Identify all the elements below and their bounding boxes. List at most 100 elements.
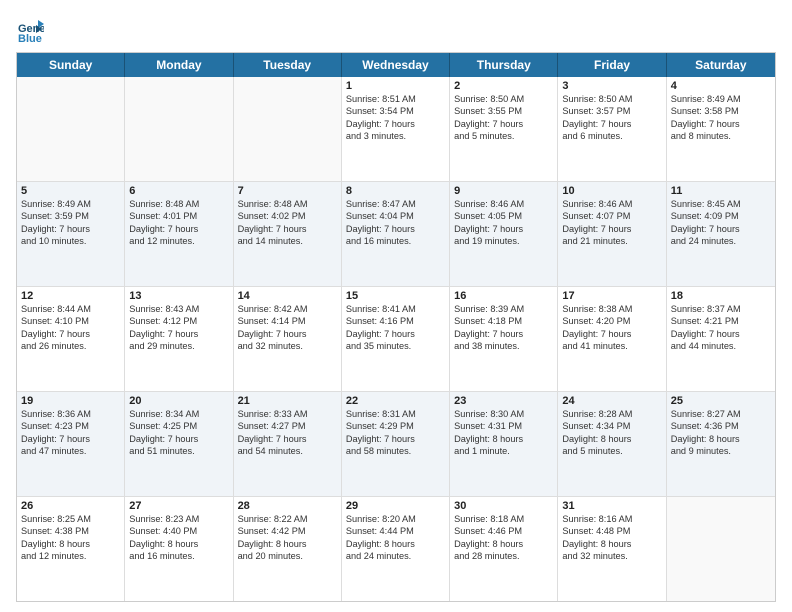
day-cell-4: 4Sunrise: 8:49 AM Sunset: 3:58 PM Daylig… bbox=[667, 77, 775, 181]
day-cell-3: 3Sunrise: 8:50 AM Sunset: 3:57 PM Daylig… bbox=[558, 77, 666, 181]
day-cell-25: 25Sunrise: 8:27 AM Sunset: 4:36 PM Dayli… bbox=[667, 392, 775, 496]
day-cell-2: 2Sunrise: 8:50 AM Sunset: 3:55 PM Daylig… bbox=[450, 77, 558, 181]
day-info: Sunrise: 8:37 AM Sunset: 4:21 PM Dayligh… bbox=[671, 303, 771, 353]
day-number: 1 bbox=[346, 80, 445, 92]
calendar-row-4: 19Sunrise: 8:36 AM Sunset: 4:23 PM Dayli… bbox=[17, 392, 775, 497]
calendar-header-row: SundayMondayTuesdayWednesdayThursdayFrid… bbox=[17, 53, 775, 77]
day-number: 15 bbox=[346, 290, 445, 302]
day-info: Sunrise: 8:46 AM Sunset: 4:07 PM Dayligh… bbox=[562, 198, 661, 248]
header-cell-saturday: Saturday bbox=[667, 53, 775, 77]
logo: General Blue bbox=[16, 16, 48, 44]
day-cell-1: 1Sunrise: 8:51 AM Sunset: 3:54 PM Daylig… bbox=[342, 77, 450, 181]
calendar-row-1: 1Sunrise: 8:51 AM Sunset: 3:54 PM Daylig… bbox=[17, 77, 775, 182]
day-cell-28: 28Sunrise: 8:22 AM Sunset: 4:42 PM Dayli… bbox=[234, 497, 342, 601]
day-info: Sunrise: 8:18 AM Sunset: 4:46 PM Dayligh… bbox=[454, 513, 553, 563]
day-number: 16 bbox=[454, 290, 553, 302]
day-number: 9 bbox=[454, 185, 553, 197]
header-cell-friday: Friday bbox=[558, 53, 666, 77]
day-number: 25 bbox=[671, 395, 771, 407]
day-number: 2 bbox=[454, 80, 553, 92]
day-info: Sunrise: 8:45 AM Sunset: 4:09 PM Dayligh… bbox=[671, 198, 771, 248]
day-number: 5 bbox=[21, 185, 120, 197]
day-number: 22 bbox=[346, 395, 445, 407]
day-info: Sunrise: 8:42 AM Sunset: 4:14 PM Dayligh… bbox=[238, 303, 337, 353]
day-number: 31 bbox=[562, 500, 661, 512]
header-cell-sunday: Sunday bbox=[17, 53, 125, 77]
day-number: 28 bbox=[238, 500, 337, 512]
day-info: Sunrise: 8:16 AM Sunset: 4:48 PM Dayligh… bbox=[562, 513, 661, 563]
header: General Blue bbox=[16, 16, 776, 44]
day-info: Sunrise: 8:50 AM Sunset: 3:55 PM Dayligh… bbox=[454, 93, 553, 143]
day-info: Sunrise: 8:47 AM Sunset: 4:04 PM Dayligh… bbox=[346, 198, 445, 248]
calendar: SundayMondayTuesdayWednesdayThursdayFrid… bbox=[16, 52, 776, 602]
logo-icon: General Blue bbox=[16, 16, 44, 44]
day-info: Sunrise: 8:51 AM Sunset: 3:54 PM Dayligh… bbox=[346, 93, 445, 143]
header-cell-monday: Monday bbox=[125, 53, 233, 77]
day-cell-10: 10Sunrise: 8:46 AM Sunset: 4:07 PM Dayli… bbox=[558, 182, 666, 286]
day-number: 12 bbox=[21, 290, 120, 302]
day-info: Sunrise: 8:27 AM Sunset: 4:36 PM Dayligh… bbox=[671, 408, 771, 458]
day-cell-8: 8Sunrise: 8:47 AM Sunset: 4:04 PM Daylig… bbox=[342, 182, 450, 286]
day-cell-26: 26Sunrise: 8:25 AM Sunset: 4:38 PM Dayli… bbox=[17, 497, 125, 601]
day-number: 26 bbox=[21, 500, 120, 512]
calendar-row-3: 12Sunrise: 8:44 AM Sunset: 4:10 PM Dayli… bbox=[17, 287, 775, 392]
day-cell-14: 14Sunrise: 8:42 AM Sunset: 4:14 PM Dayli… bbox=[234, 287, 342, 391]
day-number: 18 bbox=[671, 290, 771, 302]
day-cell-7: 7Sunrise: 8:48 AM Sunset: 4:02 PM Daylig… bbox=[234, 182, 342, 286]
day-number: 20 bbox=[129, 395, 228, 407]
day-cell-13: 13Sunrise: 8:43 AM Sunset: 4:12 PM Dayli… bbox=[125, 287, 233, 391]
empty-cell bbox=[17, 77, 125, 181]
day-cell-20: 20Sunrise: 8:34 AM Sunset: 4:25 PM Dayli… bbox=[125, 392, 233, 496]
day-number: 4 bbox=[671, 80, 771, 92]
header-cell-thursday: Thursday bbox=[450, 53, 558, 77]
day-cell-6: 6Sunrise: 8:48 AM Sunset: 4:01 PM Daylig… bbox=[125, 182, 233, 286]
day-cell-21: 21Sunrise: 8:33 AM Sunset: 4:27 PM Dayli… bbox=[234, 392, 342, 496]
day-info: Sunrise: 8:22 AM Sunset: 4:42 PM Dayligh… bbox=[238, 513, 337, 563]
header-cell-wednesday: Wednesday bbox=[342, 53, 450, 77]
day-number: 13 bbox=[129, 290, 228, 302]
day-cell-23: 23Sunrise: 8:30 AM Sunset: 4:31 PM Dayli… bbox=[450, 392, 558, 496]
empty-cell bbox=[234, 77, 342, 181]
day-info: Sunrise: 8:38 AM Sunset: 4:20 PM Dayligh… bbox=[562, 303, 661, 353]
day-cell-24: 24Sunrise: 8:28 AM Sunset: 4:34 PM Dayli… bbox=[558, 392, 666, 496]
day-cell-18: 18Sunrise: 8:37 AM Sunset: 4:21 PM Dayli… bbox=[667, 287, 775, 391]
day-info: Sunrise: 8:23 AM Sunset: 4:40 PM Dayligh… bbox=[129, 513, 228, 563]
day-number: 19 bbox=[21, 395, 120, 407]
day-cell-29: 29Sunrise: 8:20 AM Sunset: 4:44 PM Dayli… bbox=[342, 497, 450, 601]
day-info: Sunrise: 8:33 AM Sunset: 4:27 PM Dayligh… bbox=[238, 408, 337, 458]
svg-text:Blue: Blue bbox=[18, 33, 42, 44]
day-info: Sunrise: 8:43 AM Sunset: 4:12 PM Dayligh… bbox=[129, 303, 228, 353]
day-number: 29 bbox=[346, 500, 445, 512]
day-cell-27: 27Sunrise: 8:23 AM Sunset: 4:40 PM Dayli… bbox=[125, 497, 233, 601]
day-info: Sunrise: 8:20 AM Sunset: 4:44 PM Dayligh… bbox=[346, 513, 445, 563]
empty-cell bbox=[667, 497, 775, 601]
day-number: 7 bbox=[238, 185, 337, 197]
calendar-body: 1Sunrise: 8:51 AM Sunset: 3:54 PM Daylig… bbox=[17, 77, 775, 601]
page: General Blue SundayMondayTuesdayWednesda… bbox=[0, 0, 792, 612]
day-cell-5: 5Sunrise: 8:49 AM Sunset: 3:59 PM Daylig… bbox=[17, 182, 125, 286]
day-number: 24 bbox=[562, 395, 661, 407]
day-info: Sunrise: 8:31 AM Sunset: 4:29 PM Dayligh… bbox=[346, 408, 445, 458]
day-number: 10 bbox=[562, 185, 661, 197]
day-number: 23 bbox=[454, 395, 553, 407]
day-number: 8 bbox=[346, 185, 445, 197]
day-cell-19: 19Sunrise: 8:36 AM Sunset: 4:23 PM Dayli… bbox=[17, 392, 125, 496]
day-cell-11: 11Sunrise: 8:45 AM Sunset: 4:09 PM Dayli… bbox=[667, 182, 775, 286]
day-number: 11 bbox=[671, 185, 771, 197]
day-number: 21 bbox=[238, 395, 337, 407]
day-info: Sunrise: 8:30 AM Sunset: 4:31 PM Dayligh… bbox=[454, 408, 553, 458]
day-info: Sunrise: 8:49 AM Sunset: 3:59 PM Dayligh… bbox=[21, 198, 120, 248]
day-cell-22: 22Sunrise: 8:31 AM Sunset: 4:29 PM Dayli… bbox=[342, 392, 450, 496]
empty-cell bbox=[125, 77, 233, 181]
day-info: Sunrise: 8:36 AM Sunset: 4:23 PM Dayligh… bbox=[21, 408, 120, 458]
day-number: 14 bbox=[238, 290, 337, 302]
day-info: Sunrise: 8:28 AM Sunset: 4:34 PM Dayligh… bbox=[562, 408, 661, 458]
day-cell-17: 17Sunrise: 8:38 AM Sunset: 4:20 PM Dayli… bbox=[558, 287, 666, 391]
day-info: Sunrise: 8:25 AM Sunset: 4:38 PM Dayligh… bbox=[21, 513, 120, 563]
day-info: Sunrise: 8:44 AM Sunset: 4:10 PM Dayligh… bbox=[21, 303, 120, 353]
day-info: Sunrise: 8:46 AM Sunset: 4:05 PM Dayligh… bbox=[454, 198, 553, 248]
day-number: 27 bbox=[129, 500, 228, 512]
day-number: 30 bbox=[454, 500, 553, 512]
day-info: Sunrise: 8:48 AM Sunset: 4:02 PM Dayligh… bbox=[238, 198, 337, 248]
day-cell-12: 12Sunrise: 8:44 AM Sunset: 4:10 PM Dayli… bbox=[17, 287, 125, 391]
